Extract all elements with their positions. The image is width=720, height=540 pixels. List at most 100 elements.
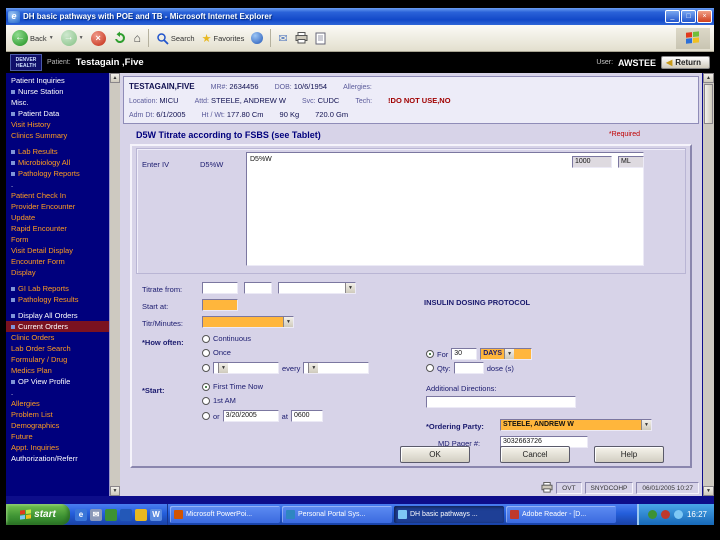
qty-option[interactable]: Qty: dose (s) xyxy=(426,362,514,374)
first-am-option[interactable]: 1st AM xyxy=(202,396,236,405)
sidebar-item[interactable]: Rapid Encounter xyxy=(6,223,109,234)
sidebar-item[interactable]: Demographics xyxy=(6,420,109,431)
once-option[interactable]: Once xyxy=(202,348,231,357)
every-dropdown[interactable]: ▼ xyxy=(303,362,370,374)
radio-icon[interactable] xyxy=(202,412,210,420)
volume-unit-field[interactable]: ML xyxy=(618,156,644,168)
sidebar-item[interactable]: Medics Plan xyxy=(6,365,109,376)
favorites-button[interactable]: ★ Favorites xyxy=(200,31,247,46)
chevron-down-icon[interactable]: ▼ xyxy=(218,363,228,373)
sidebar-item[interactable]: Display xyxy=(6,267,109,278)
for-value-field[interactable]: 30 xyxy=(451,348,478,360)
media-quicklaunch-icon[interactable] xyxy=(120,508,132,521)
radio-icon[interactable] xyxy=(202,396,210,405)
sidebar-item[interactable]: Display All Orders xyxy=(6,310,109,321)
sidebar-item[interactable]: Future xyxy=(6,431,109,442)
interval-dropdown[interactable]: ▼ xyxy=(213,362,279,374)
titrate-to-field[interactable] xyxy=(244,282,272,294)
sidebar-item[interactable]: Patient Inquiries xyxy=(6,75,109,86)
sidebar-item[interactable]: Microbiology All xyxy=(6,157,109,168)
sidebar-item[interactable]: Allergies xyxy=(6,398,109,409)
sidebar-scrollbar[interactable]: ▲ ▼ xyxy=(109,73,120,496)
sidebar-item[interactable]: . xyxy=(6,387,109,398)
taskbar-task[interactable]: Personal Portal Sys... xyxy=(282,506,392,523)
ie-quicklaunch-icon[interactable]: e xyxy=(75,508,87,521)
start-time-field[interactable]: 0600 xyxy=(290,410,323,422)
volume-field[interactable]: 1000 xyxy=(572,156,612,168)
maximize-button[interactable]: □ xyxy=(681,10,696,23)
taskbar-task[interactable]: DH basic pathways ... xyxy=(394,506,504,523)
sidebar-item[interactable]: Lab Order Search xyxy=(6,343,109,354)
continuous-option[interactable]: Continuous xyxy=(202,334,251,343)
qty-field[interactable] xyxy=(453,362,484,374)
print-button[interactable] xyxy=(293,31,310,45)
first-time-now-option[interactable]: First Time Now xyxy=(202,382,263,391)
close-button[interactable]: × xyxy=(697,10,712,23)
return-button[interactable]: ◀ Return xyxy=(661,56,710,69)
sidebar-item[interactable]: Encounter Form xyxy=(6,256,109,267)
sidebar-item[interactable]: Current Orders xyxy=(6,321,109,332)
sidebar-item[interactable]: OP View Profile xyxy=(6,376,109,387)
taskbar-task[interactable]: Adobe Reader - [D... xyxy=(506,506,616,523)
sidebar-item[interactable]: Update xyxy=(6,212,109,223)
mail-button[interactable]: ✉ xyxy=(276,31,289,46)
sidebar-item[interactable]: Pathology Results xyxy=(6,294,109,305)
interval-option[interactable]: ▼ every ▼ xyxy=(202,362,370,374)
sidebar-item[interactable]: Patient Check In xyxy=(6,190,109,201)
radio-icon[interactable] xyxy=(202,382,210,391)
titr-minutes-dropdown[interactable]: ▼ xyxy=(202,316,294,328)
for-duration-option[interactable]: For 30 DAYS ▼ xyxy=(426,348,533,360)
minimize-button[interactable]: _ xyxy=(665,10,680,23)
radio-icon[interactable] xyxy=(426,364,434,372)
media-button[interactable] xyxy=(249,31,265,45)
edit-button[interactable] xyxy=(313,31,328,46)
sidebar-item[interactable]: GI Lab Reports xyxy=(6,283,109,294)
home-button[interactable]: ⌂ xyxy=(132,30,143,46)
titrate-unit-dropdown[interactable]: ▼ xyxy=(278,282,356,294)
sidebar-item[interactable]: Problem List xyxy=(6,409,109,420)
start-date-field[interactable]: 3/20/2005 xyxy=(222,410,279,422)
scroll-down-icon[interactable]: ▼ xyxy=(110,486,120,496)
sidebar-item[interactable]: Visit History xyxy=(6,119,109,130)
taskbar-task[interactable]: Microsoft PowerPoi... xyxy=(170,506,280,523)
chevron-down-icon[interactable]: ▼ xyxy=(308,363,319,373)
scroll-down-icon[interactable]: ▼ xyxy=(703,486,714,496)
network-tray-icon[interactable] xyxy=(673,510,683,519)
page-scrollbar[interactable]: ▲ ▼ xyxy=(703,73,714,496)
start-date-option[interactable]: or 3/20/2005 at 0600 xyxy=(202,410,323,422)
chevron-down-icon[interactable]: ▼ xyxy=(283,317,293,327)
scroll-up-icon[interactable]: ▲ xyxy=(703,73,714,83)
titrate-from-field[interactable] xyxy=(202,282,238,294)
folder-quicklaunch-icon[interactable] xyxy=(135,508,147,521)
sidebar-item[interactable]: Authorization/Referr xyxy=(6,453,109,464)
iv-order-textarea[interactable]: D5%W xyxy=(246,152,644,266)
word-quicklaunch-icon[interactable]: W xyxy=(150,508,162,521)
radio-icon[interactable] xyxy=(202,348,210,357)
additional-directions-field[interactable] xyxy=(426,396,576,408)
sidebar-item[interactable]: Lab Results xyxy=(6,146,109,157)
start-at-field[interactable] xyxy=(202,299,238,311)
sidebar-item[interactable]: Provider Encounter xyxy=(6,201,109,212)
sidebar-item[interactable]: Form xyxy=(6,234,109,245)
sidebar-item[interactable]: Appt. Inquiries xyxy=(6,442,109,453)
sidebar-item[interactable]: Clinic Orders xyxy=(6,332,109,343)
radio-icon[interactable] xyxy=(202,364,210,372)
sidebar-item[interactable]: Misc. xyxy=(6,97,109,108)
help-button[interactable]: Help xyxy=(594,446,664,463)
back-dropdown-icon[interactable]: ▼ xyxy=(49,35,54,41)
sidebar-item[interactable]: Pathology Reports xyxy=(6,168,109,179)
desktop-quicklaunch-icon[interactable] xyxy=(105,508,117,521)
sidebar-item[interactable]: . xyxy=(6,179,109,190)
radio-icon[interactable] xyxy=(202,334,210,343)
ok-button[interactable]: OK xyxy=(400,446,470,463)
start-button[interactable]: start xyxy=(6,504,70,525)
back-button[interactable]: ← Back ▼ xyxy=(10,29,56,47)
sidebar-item[interactable]: Nurse Station xyxy=(6,86,109,97)
chevron-down-icon[interactable]: ▼ xyxy=(504,349,515,359)
sidebar-item[interactable]: Patient Data xyxy=(6,108,109,119)
search-button[interactable]: Search xyxy=(154,31,197,46)
chevron-down-icon[interactable]: ▼ xyxy=(345,283,355,293)
sidebar-item[interactable]: Formulary / Drug xyxy=(6,354,109,365)
for-unit-dropdown[interactable]: DAYS ▼ xyxy=(480,348,533,360)
sidebar-item[interactable]: Clinics Summary xyxy=(6,130,109,141)
